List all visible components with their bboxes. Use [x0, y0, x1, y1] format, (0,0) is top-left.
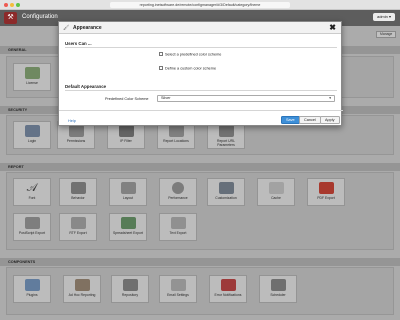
cancel-button[interactable]: Cancel — [299, 116, 321, 124]
predefined-scheme-checkbox[interactable]: Select a predefined color scheme — [159, 52, 221, 57]
users-can-heading: Users Can ... — [65, 41, 92, 46]
save-button[interactable]: Save — [281, 116, 300, 124]
user-menu-button[interactable]: admin ▾ — [372, 13, 395, 21]
appearance-dialog: 🖌 Appearance ✖ Users Can ... Select a pr… — [58, 21, 343, 126]
apply-button[interactable]: Apply — [320, 116, 340, 124]
divider — [59, 110, 343, 111]
minimize-window-icon[interactable] — [10, 3, 14, 7]
checkbox-icon[interactable] — [159, 52, 163, 56]
custom-scheme-checkbox[interactable]: Define a custom color scheme — [159, 66, 216, 71]
divider — [65, 90, 337, 91]
divider — [65, 47, 337, 48]
color-scheme-select[interactable]: Silver ▾ — [157, 95, 335, 102]
help-link[interactable]: Help — [68, 119, 76, 123]
zoom-window-icon[interactable] — [16, 3, 20, 7]
checkbox-icon[interactable] — [159, 66, 163, 70]
predefined-color-scheme-label: Predefined Color Scheme — [105, 97, 149, 101]
close-window-icon[interactable] — [4, 3, 8, 7]
app-title: Configuration — [22, 14, 58, 20]
chevron-down-icon: ▾ — [329, 96, 331, 100]
dialog-header: 🖌 Appearance ✖ — [59, 22, 341, 34]
browser-toolbar: reporting.inetsoftware.de/remote/configm… — [0, 0, 400, 10]
paint-brush-icon: 🖌 — [63, 25, 70, 31]
default-appearance-heading: Default Appearance — [65, 84, 107, 89]
address-bar[interactable]: reporting.inetsoftware.de/remote/configm… — [110, 2, 290, 8]
configuration-logo-icon: ⚒ — [4, 12, 17, 24]
dialog-title: Appearance — [73, 25, 102, 31]
close-icon[interactable]: ✖ — [329, 23, 336, 32]
